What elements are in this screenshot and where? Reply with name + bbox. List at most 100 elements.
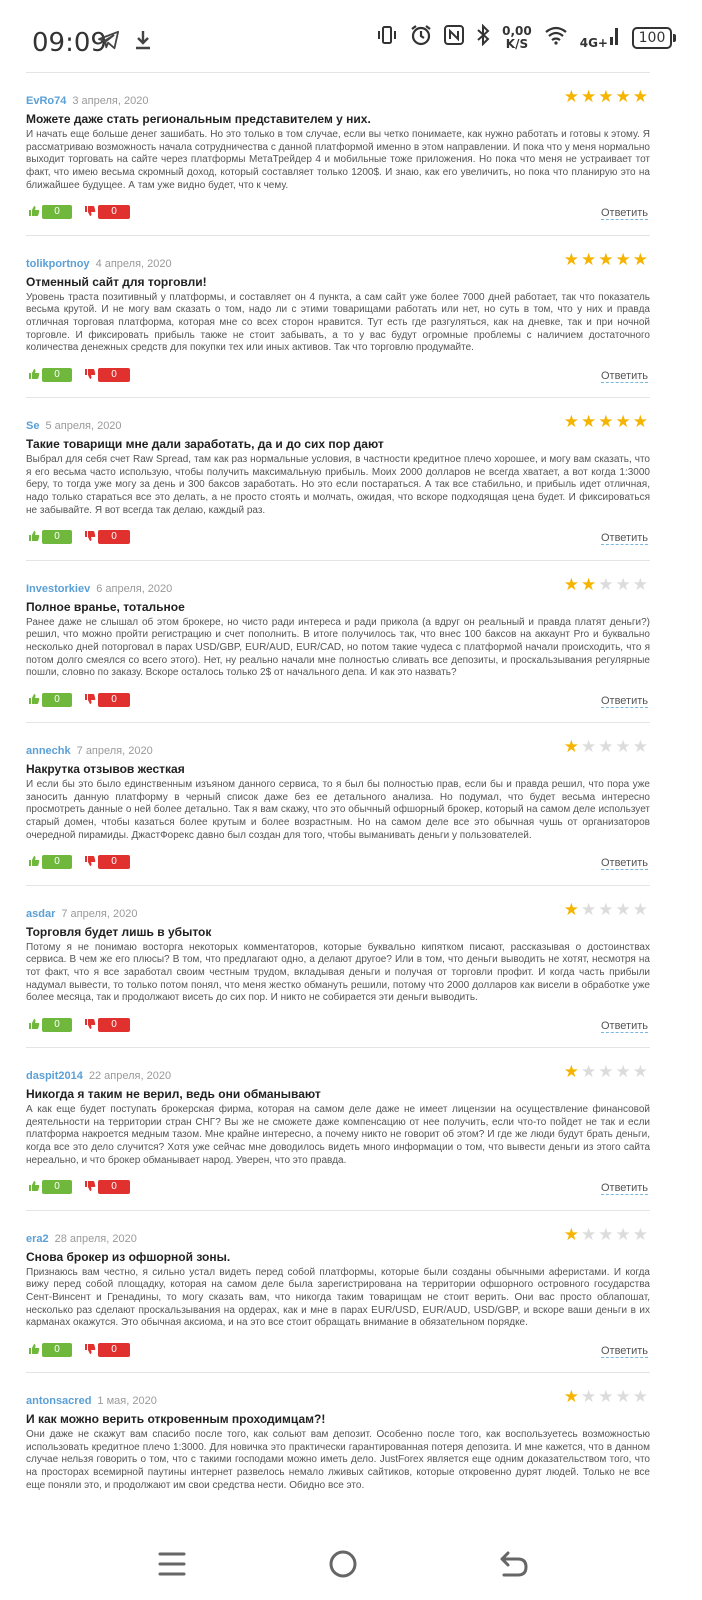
review-date: 1 мая, 2020 [97, 1395, 157, 1407]
review-author[interactable]: asdar [26, 908, 55, 920]
star-filled-icon: ★ [581, 574, 597, 594]
star-empty-icon: ★ [598, 1387, 614, 1406]
star-empty-icon: ★ [598, 1224, 614, 1244]
star-filled-icon: ★ [563, 574, 579, 594]
star-rating: ★ ★ ★ ★ ★ [564, 413, 648, 430]
dislike-button[interactable]: 0 [84, 367, 130, 382]
dislike-button[interactable]: 0 [84, 1180, 130, 1194]
star-filled-icon: ★ [615, 249, 631, 269]
star-empty-icon: ★ [615, 574, 631, 594]
dislike-count: 0 [98, 367, 130, 382]
review-date: 6 апреля, 2020 [96, 582, 173, 595]
network-type: 4G+ [579, 36, 608, 50]
review-author[interactable]: antonsacred [26, 1395, 91, 1407]
reply-link[interactable]: Ответить [600, 532, 648, 545]
star-empty-icon: ★ [581, 1062, 597, 1081]
review-header: antonsacred 1 мая, 2020 ★ ★ ★ ★ ★ [26, 1387, 650, 1407]
review-title: Отменный сайт для торговли! [26, 274, 207, 289]
reply-link[interactable]: Ответить [600, 1182, 648, 1195]
like-button[interactable]: 0 [28, 530, 72, 544]
menu-icon[interactable] [152, 1544, 192, 1584]
star-filled-icon: ★ [581, 249, 597, 269]
reply-link[interactable]: Ответить [600, 207, 648, 220]
review-author[interactable]: annechk [26, 745, 71, 757]
star-filled-icon: ★ [632, 87, 648, 106]
review-date: 3 апреля, 2020 [72, 95, 149, 107]
like-button[interactable]: 0 [28, 1017, 72, 1032]
review-header: Se 5 апреля, 2020 ★ ★ ★ ★ ★ [26, 413, 650, 432]
star-filled-icon: ★ [615, 87, 631, 106]
wifi-icon [544, 25, 568, 50]
dislike-button[interactable]: 0 [84, 1017, 130, 1032]
vote-controls: 00 [28, 855, 130, 869]
thumbs-up-icon [28, 368, 42, 382]
alarm-icon [410, 24, 432, 51]
review-text: И начать еще больше денег зашибать. Но э… [26, 129, 650, 191]
star-filled-icon: ★ [563, 1224, 579, 1244]
star-rating: ★ ★ ★ ★ ★ [564, 1226, 648, 1243]
review-header: Investorkiev 6 апреля, 2020 ★ ★ ★ ★ ★ [26, 576, 650, 595]
clock: 09:09 [32, 28, 107, 58]
like-button[interactable]: 0 [28, 205, 72, 219]
review-author[interactable]: daspit2014 [26, 1070, 83, 1082]
reply-link[interactable]: Ответить [600, 857, 648, 870]
review-author[interactable]: Investorkiev [26, 583, 90, 595]
dislike-button[interactable]: 0 [84, 855, 130, 869]
star-empty-icon: ★ [615, 1387, 631, 1406]
reply-link[interactable]: Ответить [600, 1020, 648, 1033]
dislike-button[interactable]: 0 [84, 530, 130, 544]
review-author[interactable]: Se [26, 420, 39, 432]
dislike-button[interactable]: 0 [84, 1342, 130, 1357]
dislike-button[interactable]: 0 [84, 692, 130, 707]
battery-indicator: 100 [632, 26, 676, 49]
status-bar: 09:09 0,00 K/S 4G+ 100 [0, 0, 702, 72]
vibrate-icon [376, 25, 398, 50]
vote-controls: 00 [28, 692, 130, 707]
reply-link[interactable]: Ответить [600, 370, 648, 383]
star-rating: ★ ★ ★ ★ ★ [564, 576, 648, 593]
vote-controls: 00 [28, 1017, 130, 1032]
reply-link[interactable]: Ответить [600, 1345, 648, 1358]
thumbs-up-icon [28, 855, 42, 869]
like-button[interactable]: 0 [28, 692, 72, 707]
review-date: 7 апреля, 2020 [76, 745, 153, 757]
thumbs-up-icon [28, 205, 42, 219]
home-icon[interactable] [323, 1544, 363, 1584]
signal-icon [610, 25, 620, 50]
like-count: 0 [42, 1180, 72, 1194]
review-header: daspit2014 22 апреля, 2020 ★ ★ ★ ★ ★ [26, 1063, 650, 1082]
like-button[interactable]: 0 [28, 855, 72, 869]
thumbs-up-icon [28, 1018, 42, 1032]
reply-link[interactable]: Ответить [600, 695, 648, 708]
review-author[interactable]: tolikportnoy [26, 258, 90, 270]
like-button[interactable]: 0 [28, 1180, 72, 1194]
like-count: 0 [42, 692, 72, 707]
review-author[interactable]: era2 [26, 1233, 49, 1245]
like-count: 0 [42, 205, 72, 219]
review-header: tolikportnoy 4 апреля, 2020 ★ ★ ★ ★ ★ [26, 249, 650, 270]
dislike-count: 0 [98, 530, 130, 544]
review-date: 5 апреля, 2020 [45, 420, 122, 432]
review-card: antonsacred 1 мая, 2020 ★ ★ ★ ★ ★ И как можно в… [26, 1372, 650, 1535]
dislike-button[interactable]: 0 [84, 205, 130, 219]
like-button[interactable]: 0 [28, 1342, 72, 1357]
review-list: EvRo74 3 апреля, 2020 ★ ★ ★ ★ ★ Можете даже ста… [26, 72, 650, 1535]
like-button[interactable]: 0 [28, 367, 72, 382]
star-filled-icon: ★ [563, 1387, 579, 1406]
review-text: Ранее даже не слышал об этом брокере, но… [26, 616, 650, 679]
like-count: 0 [42, 1342, 72, 1357]
review-title: Полное вранье, тотальное [26, 599, 185, 614]
star-filled-icon: ★ [598, 249, 614, 269]
thumbs-up-icon [28, 530, 42, 544]
star-rating: ★ ★ ★ ★ ★ [564, 738, 648, 755]
star-empty-icon: ★ [615, 1224, 631, 1244]
vote-controls: 00 [28, 1180, 130, 1194]
back-icon[interactable] [494, 1544, 534, 1584]
star-empty-icon: ★ [598, 899, 614, 919]
review-card: daspit2014 22 апреля, 2020 ★ ★ ★ ★ ★ Никогда я … [26, 1047, 650, 1210]
vote-controls: 00 [28, 1342, 130, 1357]
review-title: Снова брокер из офшорной зоны. [26, 1249, 231, 1264]
star-rating: ★ ★ ★ ★ ★ [564, 1063, 648, 1080]
thumbs-down-icon [84, 530, 98, 544]
review-author[interactable]: EvRo74 [26, 95, 66, 107]
